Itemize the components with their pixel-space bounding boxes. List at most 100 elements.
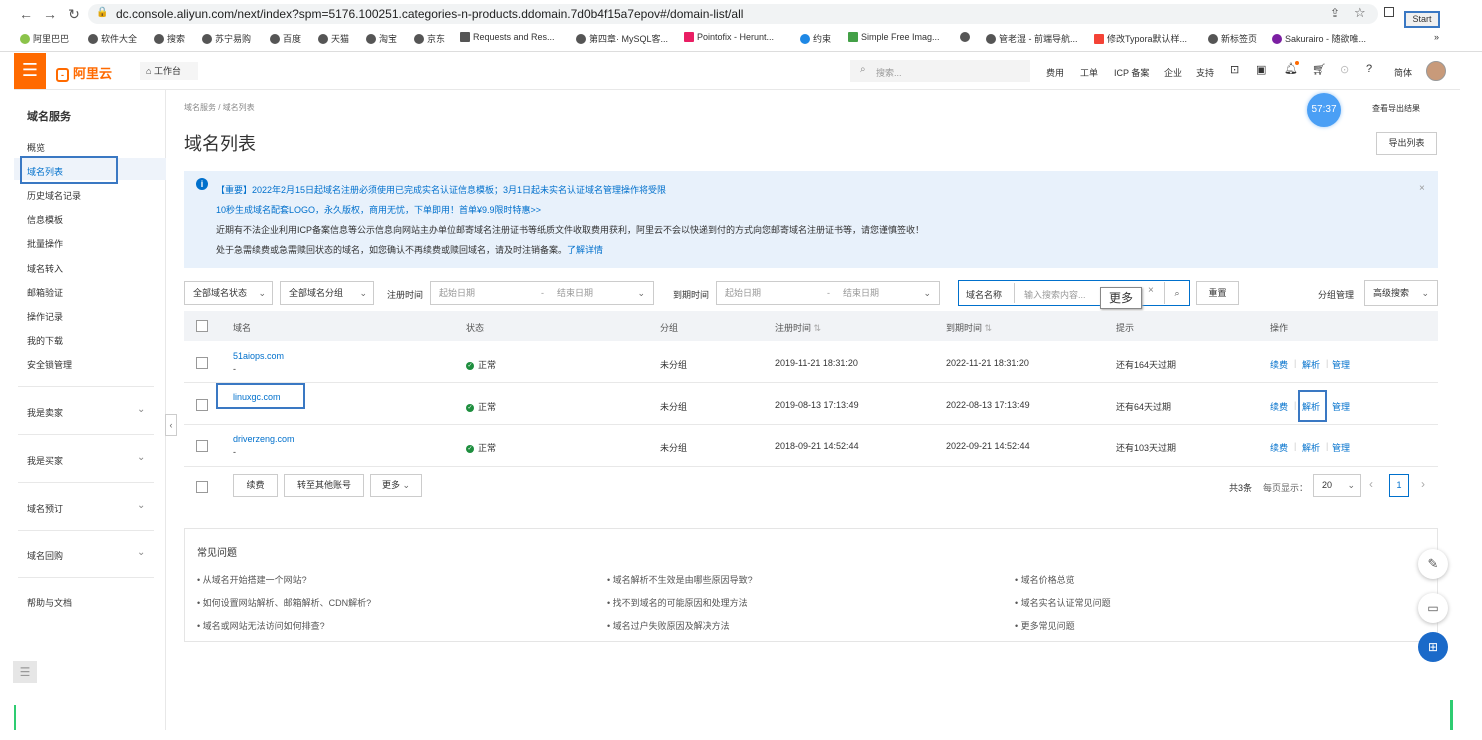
row-checkbox[interactable] (196, 357, 208, 369)
breadcrumb-item[interactable]: 域名服务 (184, 103, 216, 112)
resolve-link[interactable]: 解析 (1302, 358, 1320, 371)
clear-icon[interactable]: × (1148, 285, 1154, 296)
tab-view-icon[interactable] (1384, 7, 1394, 17)
bookmark-item[interactable]: 修改Typora默认样... (1094, 32, 1187, 45)
manage-link[interactable]: 管理 (1332, 400, 1350, 413)
faq-link[interactable]: • 域名解析不生效是由哪些原因导致? (607, 573, 753, 586)
terminal-icon[interactable]: ⊡ (1230, 63, 1239, 76)
select-all-checkbox[interactable] (196, 320, 208, 332)
notice-promo-link[interactable]: 10秒生成域名配套LOGO，永久版权，商用无忧，下单即用！首单¥9.9限时特惠>… (216, 203, 541, 216)
avatar[interactable] (1426, 61, 1446, 81)
chevron-down-icon[interactable]: ⌄ (137, 452, 145, 463)
bookmark-item[interactable]: 软件大全 (88, 32, 137, 45)
transfer-account-button[interactable]: 转至其他账号 (284, 474, 364, 497)
language-switch[interactable]: 简体 (1394, 66, 1412, 79)
bookmark-item[interactable]: 新标签页 (1208, 32, 1257, 45)
search-icon[interactable]: ⌕ (1164, 282, 1189, 304)
apps-icon[interactable]: ⊞ (1418, 632, 1448, 662)
bookmark-item[interactable]: 搜索 (154, 32, 185, 45)
bookmark-item[interactable]: Sakurairo - 随欲唯... (1272, 32, 1366, 45)
sidebar-item-security-lock[interactable]: 安全锁管理 (27, 358, 72, 371)
faq-link[interactable]: • 域名或网站无法访问如何排查? (197, 619, 325, 632)
page-size-select[interactable]: 20 ⌄ (1313, 474, 1361, 497)
sidebar-item-history[interactable]: 历史域名记录 (27, 189, 81, 202)
domain-link[interactable]: linuxgc.com (233, 392, 281, 402)
faq-link[interactable]: • 域名实名认证常见问题 (1015, 596, 1111, 609)
close-icon[interactable]: × (1419, 183, 1425, 194)
column-header-sortable[interactable]: 注册时间 ⇅ (775, 321, 821, 334)
notice-line[interactable]: 【重要】2022年2月15日起域名注册必须使用已完成实名认证信息模板；3月1日起… (216, 183, 666, 196)
bookmark-item[interactable]: 管老湿 - 前端导航... (986, 32, 1078, 45)
search-field-select[interactable]: 域名名称 (966, 288, 1002, 301)
manage-link[interactable]: 管理 (1332, 358, 1350, 371)
chevron-down-icon[interactable]: ⌄ (137, 500, 145, 511)
next-page-icon[interactable]: › (1421, 477, 1425, 491)
menu-icon[interactable]: ☰ (14, 53, 46, 89)
chat-icon[interactable]: ▭ (1418, 593, 1448, 623)
bookmark-item[interactable]: Requests and Res... (460, 32, 555, 42)
domain-search-input[interactable]: 输入搜索内容... (1024, 288, 1086, 301)
nav-fees[interactable]: 费用 (1046, 66, 1064, 79)
help-icon[interactable]: ? (1366, 63, 1372, 75)
start-button[interactable]: Start (1404, 11, 1440, 28)
select-all-checkbox[interactable] (196, 481, 208, 493)
bookmark-item[interactable]: 苏宁易购 (202, 32, 251, 45)
bookmark-item[interactable]: 约束 (800, 32, 831, 45)
more-actions-button[interactable]: 更多 ⌄ (370, 474, 422, 497)
top-search-input[interactable]: ⌕ 搜索... (850, 60, 1030, 82)
view-export-link[interactable]: 查看导出结果 (1372, 103, 1420, 114)
sidebar-item-domain-list[interactable]: 域名列表 (27, 165, 63, 178)
sidebar-group-buyer[interactable]: 我是买家 (27, 454, 63, 467)
row-checkbox[interactable] (196, 440, 208, 452)
edit-icon[interactable]: ✎ (1418, 549, 1448, 579)
page-number[interactable]: 1 (1389, 474, 1409, 497)
sidebar-group-reserve[interactable]: 域名预订 (27, 502, 63, 515)
aliyun-logo[interactable]: - 阿里云 (56, 63, 112, 82)
sidebar-help[interactable]: 帮助与文档 (27, 596, 72, 609)
faq-link[interactable]: • 找不到域名的可能原因和处理方法 (607, 596, 748, 609)
exp-date-range[interactable]: 起始日期 - 结束日期 ⌄ (716, 281, 940, 305)
sidebar-item-templates[interactable]: 信息模板 (27, 213, 63, 226)
export-list-button[interactable]: 导出列表 (1376, 132, 1437, 155)
faq-link[interactable]: • 域名过户失败原因及解决方法 (607, 619, 730, 632)
faq-link[interactable]: • 域名价格总览 (1015, 573, 1075, 586)
row-checkbox[interactable] (196, 399, 208, 411)
bookmark-item[interactable]: 阿里巴巴 (20, 32, 69, 45)
sidebar-item-batch[interactable]: 批量操作 (27, 237, 63, 250)
bookmark-item[interactable]: 京东 (414, 32, 445, 45)
group-filter-select[interactable]: 全部域名分组 ⌄ (280, 281, 374, 305)
status-filter-select[interactable]: 全部域名状态 ⌄ (184, 281, 273, 305)
faq-link[interactable]: • 从域名开始搭建一个网站? (197, 573, 307, 586)
bookmark-item[interactable]: 天猫 (318, 32, 349, 45)
resolve-link[interactable]: 解析 (1302, 441, 1320, 454)
share-icon[interactable]: ⇪ (1330, 6, 1340, 20)
back-icon[interactable]: ← (18, 6, 34, 22)
nav-tickets[interactable]: 工单 (1080, 66, 1098, 79)
cart-icon[interactable]: 🛒︎ (1312, 63, 1326, 76)
resolve-link[interactable]: 解析 (1302, 400, 1320, 413)
sidebar-group-seller[interactable]: 我是卖家 (27, 406, 63, 419)
learn-more-link[interactable]: 了解详情 (567, 245, 603, 255)
sidebar-item-downloads[interactable]: 我的下载 (27, 334, 63, 347)
column-header-sortable[interactable]: 到期时间 ⇅ (946, 321, 992, 334)
nav-support[interactable]: 支持 (1196, 66, 1214, 79)
domain-link[interactable]: driverzeng.com (233, 434, 295, 444)
renew-link[interactable]: 续费 (1270, 358, 1288, 371)
reset-button[interactable]: 重置 (1196, 281, 1239, 305)
bookmark-item[interactable]: 淘宝 (366, 32, 397, 45)
bookmark-item[interactable]: 百度 (270, 32, 301, 45)
chevron-down-icon[interactable]: ⌄ (137, 547, 145, 558)
reload-icon[interactable]: ↻ (66, 6, 82, 22)
bookmark-item[interactable]: 第四章· MySQL客... (576, 32, 668, 45)
sidebar-item-overview[interactable]: 概览 (27, 141, 45, 154)
message-icon[interactable]: ▣ (1256, 63, 1266, 76)
bookmark-item[interactable]: Simple Free Imag... (848, 32, 940, 42)
advanced-search-button[interactable]: 高级搜索 ⌄ (1364, 280, 1438, 306)
batch-renew-button[interactable]: 续费 (233, 474, 278, 497)
renew-link[interactable]: 续费 (1270, 441, 1288, 454)
chevron-down-icon[interactable]: ⌄ (137, 404, 145, 415)
group-manage-link[interactable]: 分组管理 (1318, 288, 1354, 301)
renew-link[interactable]: 续费 (1270, 400, 1288, 413)
faq-link[interactable]: • 更多常见问题 (1015, 619, 1075, 632)
bookmark-item[interactable]: Pointofix - Herunt... (684, 32, 774, 42)
